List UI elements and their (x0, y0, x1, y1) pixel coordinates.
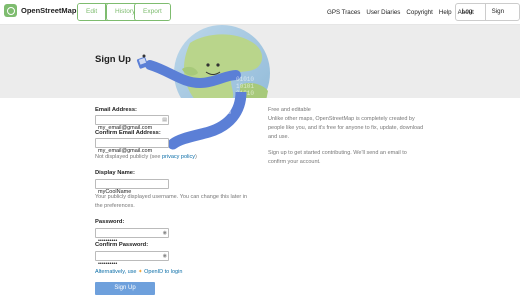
signup-submit-button[interactable]: Sign Up (95, 282, 155, 295)
logo-icon (4, 4, 17, 17)
display-name-hint-line2: the preferences. (95, 202, 135, 209)
display-name-hint: Your publicly displayed username. You ca… (95, 193, 247, 210)
login-button[interactable]: Log In (456, 4, 485, 20)
display-name-field[interactable] (95, 179, 169, 196)
password-label: Password: (95, 219, 125, 225)
privacy-policy-link[interactable]: privacy policy (162, 154, 195, 160)
nav-help[interactable]: Help (439, 9, 452, 16)
email-field[interactable]: ▤ (95, 115, 169, 132)
top-navigation: OpenStreetMap Edit ▾ History Export GPS … (0, 0, 520, 25)
banner-arm-illustration: 10 (167, 92, 247, 150)
confirm-email-field[interactable] (95, 138, 169, 155)
edit-button[interactable]: Edit (78, 4, 106, 20)
display-name-label: Display Name: (95, 170, 135, 176)
welcome-banner: 01010 10101 01010 Sign Up (0, 25, 520, 98)
svg-text:10: 10 (225, 110, 231, 116)
side-line-4: Sign up to get started contributing. We'… (268, 150, 407, 156)
export-button-wrap: Export (134, 3, 171, 21)
binary-line-1: 01010 (236, 76, 254, 83)
openid-login-link[interactable]: OpenID to login (144, 269, 182, 275)
password-field[interactable]: ◉ (95, 228, 169, 245)
display-name-hint-line1: Your publicly displayed username. You ca… (95, 194, 248, 200)
auth-buttons: Log In Sign Up (455, 3, 520, 21)
nav-user-diaries[interactable]: User Diaries (366, 9, 400, 16)
email-privacy-note: Not displayed publicly (see privacy poli… (95, 153, 197, 162)
confirm-password-field[interactable]: ◉ (95, 251, 169, 268)
side-line-1: Unlike other maps, OpenStreetMap is comp… (268, 116, 415, 122)
confirm-password-label: Confirm Password: (95, 242, 149, 248)
email-note-text: Not displayed publicly (see (95, 154, 162, 160)
globe-illustration: 01010 10101 01010 (136, 25, 270, 98)
email-note-close: ) (194, 154, 197, 160)
confirm-password-reveal-icon[interactable]: ◉ (163, 253, 167, 259)
confirm-email-label: Confirm Email Address: (95, 130, 161, 136)
password-reveal-icon[interactable]: ◉ (163, 230, 167, 236)
side-heading: Free and editable (268, 107, 311, 113)
side-info-signup: Sign up to get started contributing. We'… (268, 149, 438, 167)
side-line-3: and use. (268, 134, 290, 140)
nav-gps-traces[interactable]: GPS Traces (327, 9, 360, 16)
header-signup-button[interactable]: Sign Up (484, 4, 519, 20)
binary-line-2: 10101 (236, 83, 254, 90)
side-info: Free and editable Unlike other maps, Ope… (268, 106, 438, 142)
side-line-5: confirm your account. (268, 159, 321, 165)
export-button[interactable]: Export (135, 4, 170, 20)
confirm-password-input[interactable] (96, 260, 162, 268)
openid-option: Alternatively, use ✦ OpenID to login (95, 268, 182, 277)
page-title: Sign Up (95, 54, 131, 65)
nav-copyright[interactable]: Copyright (406, 9, 432, 16)
field-key-icon: ▤ (162, 117, 167, 123)
brand-logo[interactable]: OpenStreetMap (4, 4, 76, 17)
openid-icon: ✦ (138, 269, 143, 275)
side-line-2: people like you, and it's free for anyon… (268, 125, 424, 131)
brand-name: OpenStreetMap (21, 6, 77, 15)
email-label: Email Address: (95, 107, 137, 113)
openid-prefix: Alternatively, use (95, 269, 139, 275)
